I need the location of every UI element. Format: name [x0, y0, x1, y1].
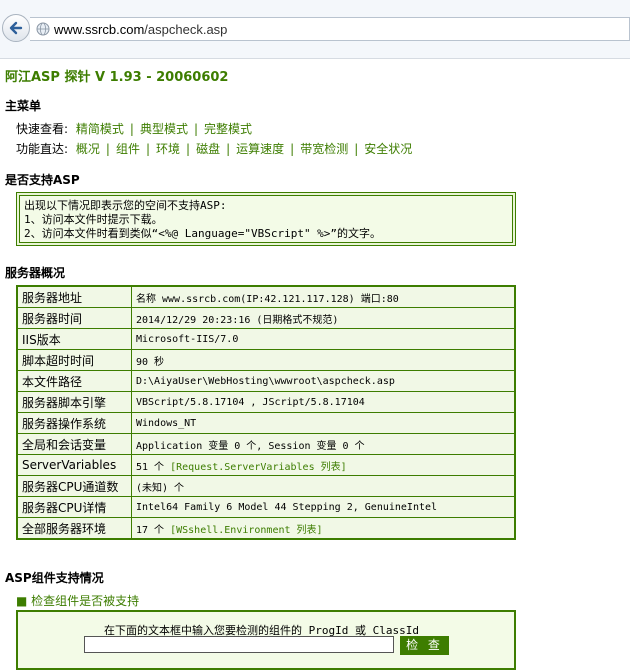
- row-value: Microsoft-IIS/7.0: [131, 328, 516, 350]
- link-simple-mode[interactable]: 精简模式: [76, 122, 124, 136]
- row-value-text: 2014/12/29 20:23:16 (日期格式不规范): [136, 314, 339, 326]
- row-value-text: 17 个: [136, 524, 171, 536]
- row-value-text: VBScript/5.8.17104 , JScript/5.8.17104: [136, 396, 365, 408]
- row-key: 本文件路径: [16, 370, 132, 392]
- back-button[interactable]: [2, 14, 30, 42]
- row-key: ServerVariables: [16, 454, 132, 476]
- row-value-text: Windows_NT: [136, 417, 197, 429]
- row-value-text: Intel64 Family 6 Model 44 Stepping 2, Ge…: [136, 501, 438, 513]
- quick-view-row: 快速查看: 精简模式 | 典型模式 | 完整模式: [16, 122, 253, 136]
- row-key: 服务器CPU通道数: [16, 475, 132, 497]
- components-heading: ASP组件支持情况: [5, 571, 104, 585]
- table-row: 脚本超时时间 90 秒: [16, 349, 516, 371]
- table-row: 全部服务器环境 17 个 [WSshell.Environment 列表]: [16, 517, 516, 540]
- link-overview[interactable]: 概况: [76, 142, 100, 156]
- link-components[interactable]: 组件: [116, 142, 140, 156]
- row-key: 服务器地址: [16, 285, 132, 308]
- row-value-text: 90 秒: [136, 356, 165, 368]
- server-info-table: 服务器地址 名称 www.ssrcb.com(IP:42.121.117.128)…: [16, 285, 516, 540]
- row-value: Windows_NT: [131, 412, 516, 434]
- check-component-subheading: ■ 检查组件是否被支持: [16, 594, 140, 608]
- table-row: 全局和会话变量 Application 变量 0 个, Session 变量 0 …: [16, 433, 516, 455]
- row-key: 服务器操作系统: [16, 412, 132, 434]
- main-menu-heading: 主菜单: [5, 99, 42, 113]
- row-key: 全部服务器环境: [16, 517, 132, 540]
- row-key: IIS版本: [16, 328, 132, 350]
- row-value-text: 51 个: [136, 461, 171, 473]
- row-value: 90 秒: [131, 349, 516, 371]
- row-value-text: 名称 www.ssrcb.com(IP:42.121.117.128) 端口:8…: [136, 293, 399, 305]
- table-row: 服务器脚本引擎 VBScript/5.8.17104 , JScript/5.8.…: [16, 391, 516, 413]
- table-row: 服务器操作系统 Windows_NT: [16, 412, 516, 434]
- link-speed[interactable]: 运算速度: [236, 142, 284, 156]
- server-overview-heading: 服务器概况: [5, 266, 66, 280]
- row-key: 服务器时间: [16, 307, 132, 329]
- url-host: www.ssrcb.com: [54, 22, 145, 37]
- table-row: 服务器CPU详情 Intel64 Family 6 Model 44 Steppi…: [16, 496, 516, 518]
- row-key: 脚本超时时间: [16, 349, 132, 371]
- row-value: 17 个 [WSshell.Environment 列表]: [131, 517, 516, 540]
- asp-support-box: 出现以下情况即表示您的空间不支持ASP: 1、访问本文件时提示下载。 2、访问本…: [16, 192, 516, 246]
- link-bandwidth[interactable]: 带宽检测: [300, 142, 348, 156]
- row-key: 服务器脚本引擎: [16, 391, 132, 413]
- row-value: D:\AiyaUser\WebHosting\wwwroot\aspcheck.…: [131, 370, 516, 392]
- row-value-text: Microsoft-IIS/7.0: [136, 333, 239, 345]
- asp-support-heading: 是否支持ASP: [5, 173, 80, 187]
- function-row: 功能直达: 概况 | 组件 | 环境 | 磁盘 | 运算速度 | 带宽检测 | 安全状况: [16, 142, 413, 156]
- row-value-text: (未知) 个: [136, 482, 185, 494]
- link-environment[interactable]: 环境: [156, 142, 180, 156]
- page-title: 阿江ASP 探针 V 1.93 - 20060602: [5, 70, 229, 85]
- asp-support-line-1: 出现以下情况即表示您的空间不支持ASP:: [24, 199, 227, 212]
- globe-icon: [36, 22, 50, 36]
- url-text: www.ssrcb.com/aspcheck.asp: [54, 22, 227, 37]
- row-key: 服务器CPU详情: [16, 496, 132, 518]
- row-value-text: Application 变量 0 个, Session 变量 0 个: [136, 440, 365, 452]
- row-value: 51 个 [Request.ServerVariables 列表]: [131, 454, 516, 476]
- table-row: ServerVariables 51 个 [Request.ServerVaria…: [16, 454, 516, 476]
- link-disk[interactable]: 磁盘: [196, 142, 220, 156]
- row-value: Application 变量 0 个, Session 变量 0 个: [131, 433, 516, 455]
- back-arrow-icon: [9, 21, 23, 35]
- row-list-link[interactable]: [WSshell.Environment 列表]: [170, 525, 322, 536]
- asp-support-line-2: 1、访问本文件时提示下载。: [24, 213, 163, 226]
- row-value-text: D:\AiyaUser\WebHosting\wwwroot\aspcheck.…: [136, 375, 395, 387]
- url-path: /aspcheck.asp: [144, 22, 228, 37]
- row-value: 2014/12/29 20:23:16 (日期格式不规范): [131, 307, 516, 329]
- link-typical-mode[interactable]: 典型模式: [140, 122, 188, 136]
- link-security[interactable]: 安全状况: [364, 142, 412, 156]
- row-value: VBScript/5.8.17104 , JScript/5.8.17104: [131, 391, 516, 413]
- row-value: 名称 www.ssrcb.com(IP:42.121.117.128) 端口:8…: [131, 285, 516, 308]
- address-bar[interactable]: www.ssrcb.com/aspcheck.asp: [30, 17, 630, 41]
- asp-support-line-3: 2、访问本文件时看到类似“<%@ Language="VBScript" %>”…: [24, 227, 382, 240]
- table-row: 服务器地址 名称 www.ssrcb.com(IP:42.121.117.128)…: [16, 285, 516, 308]
- table-row: 服务器CPU通道数 (未知) 个: [16, 475, 516, 497]
- progid-input[interactable]: [84, 636, 394, 653]
- table-row: 本文件路径 D:\AiyaUser\WebHosting\wwwroot\aspc…: [16, 370, 516, 392]
- row-value: (未知) 个: [131, 475, 516, 497]
- table-row: 服务器时间 2014/12/29 20:23:16 (日期格式不规范): [16, 307, 516, 329]
- row-value: Intel64 Family 6 Model 44 Stepping 2, Ge…: [131, 496, 516, 518]
- row-list-link[interactable]: [Request.ServerVariables 列表]: [170, 462, 347, 473]
- table-row: IIS版本 Microsoft-IIS/7.0: [16, 328, 516, 350]
- link-full-mode[interactable]: 完整模式: [204, 122, 252, 136]
- row-key: 全局和会话变量: [16, 433, 132, 455]
- quick-view-label: 快速查看:: [16, 122, 69, 136]
- browser-toolbar: www.ssrcb.com/aspcheck.asp: [0, 0, 630, 59]
- function-label: 功能直达:: [16, 142, 69, 156]
- check-button[interactable]: 检 查: [400, 636, 449, 655]
